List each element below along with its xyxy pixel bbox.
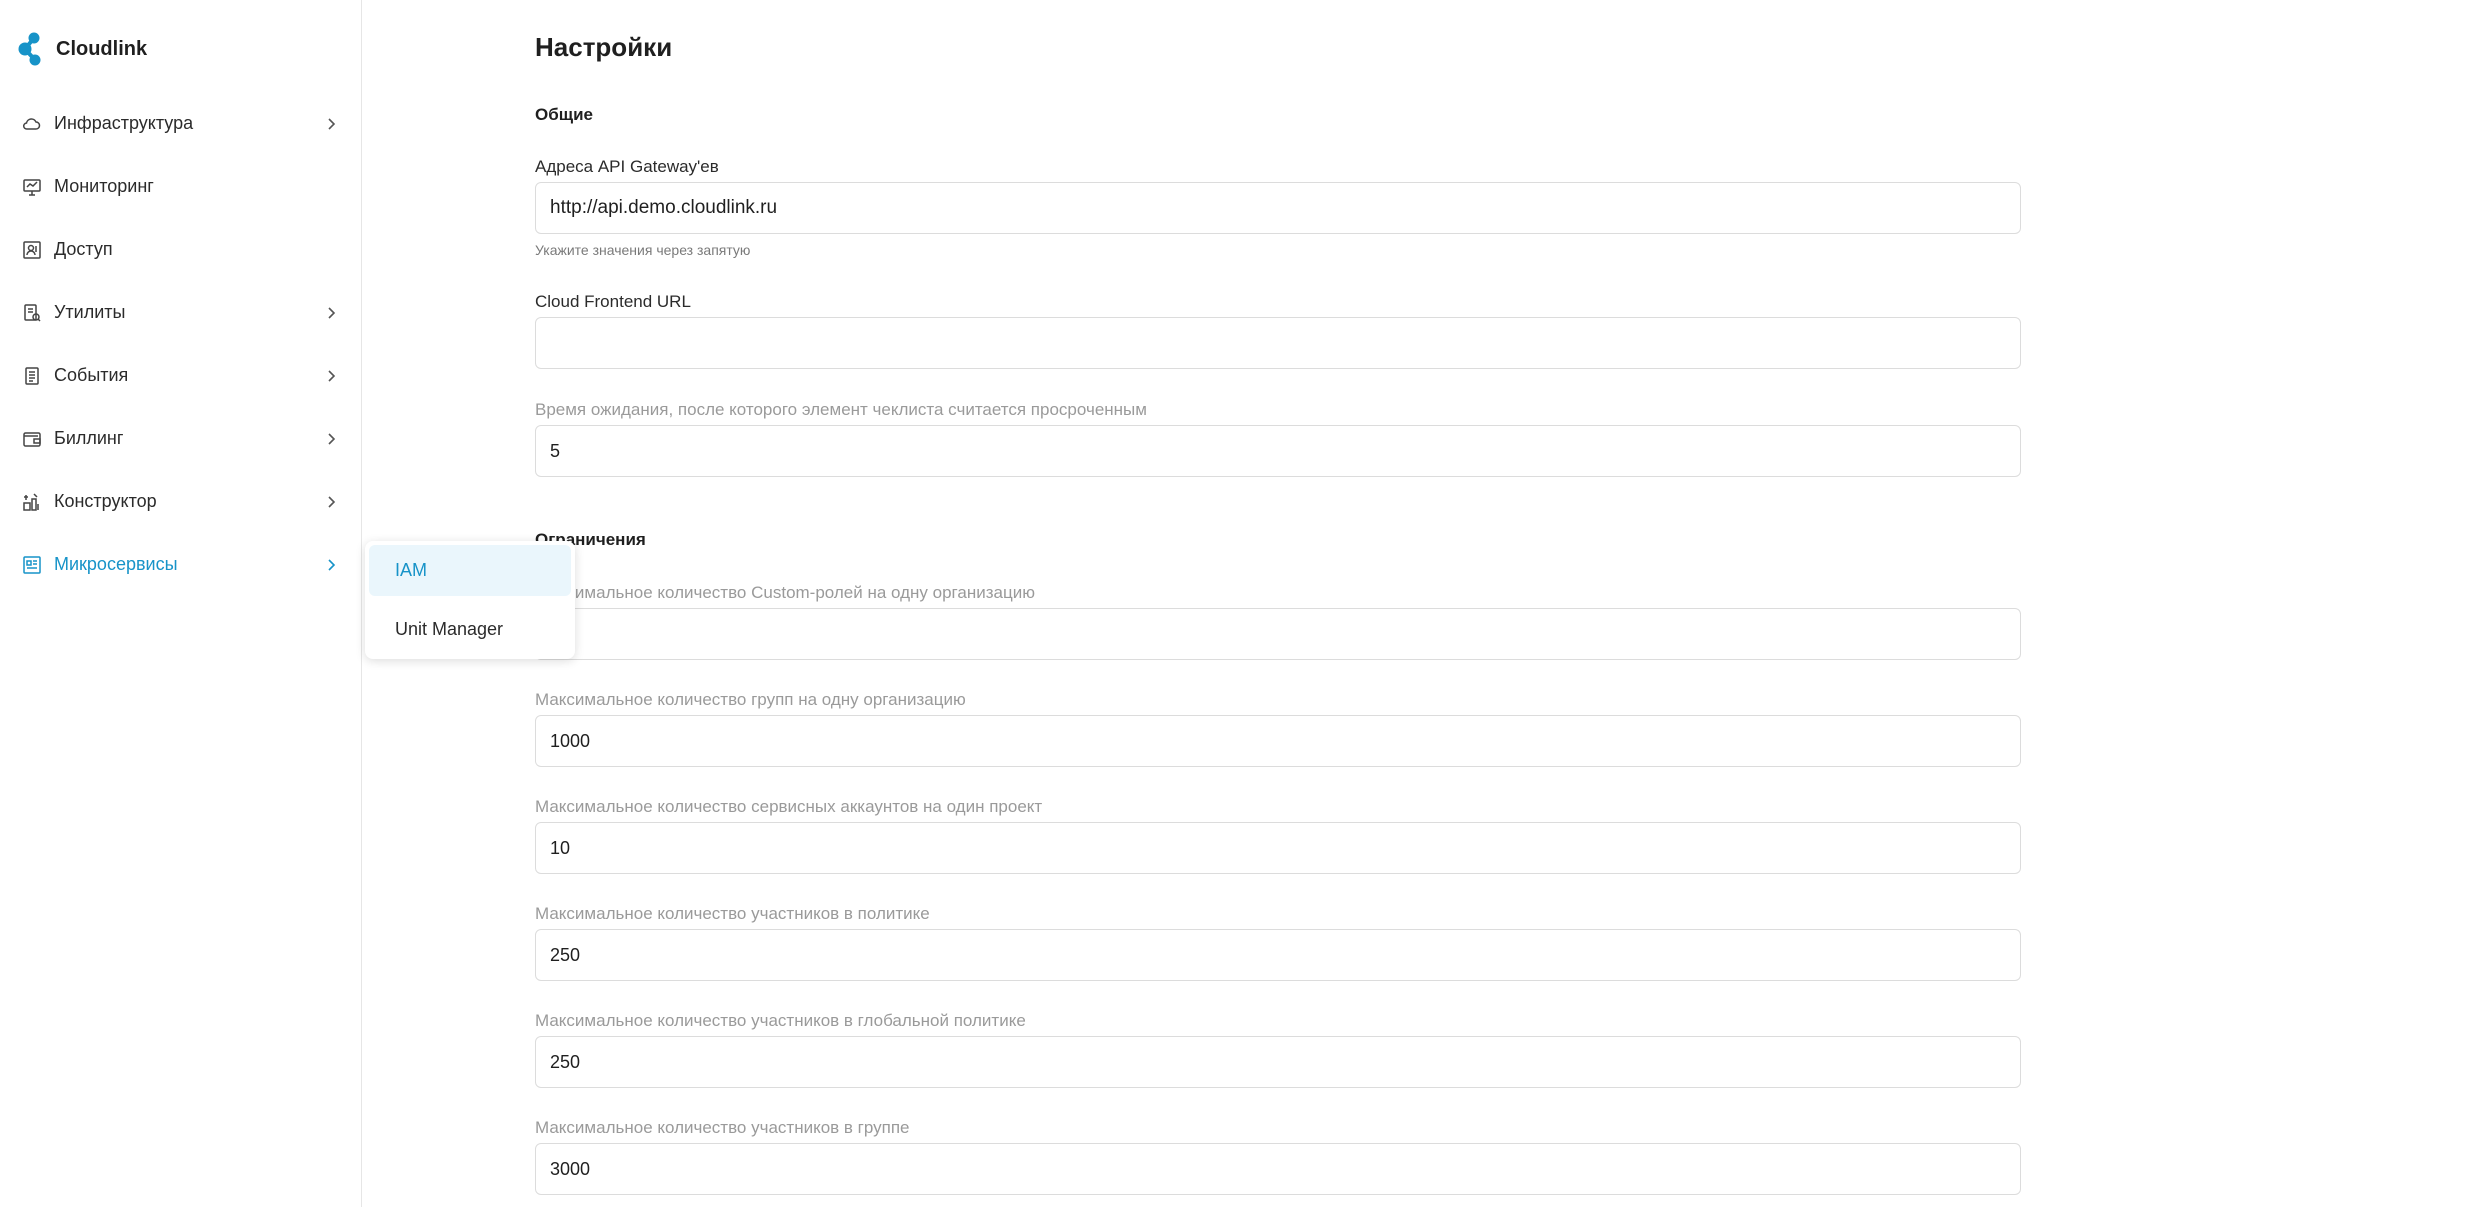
sidebar-item-label: Мониторинг — [54, 176, 154, 196]
sidebar-item-utilities[interactable]: Утилиты — [0, 281, 362, 344]
sidebar-item-events[interactable]: События — [0, 344, 362, 407]
api-gateway-hint: Укажите значения через запятую — [535, 242, 751, 258]
monitor-icon — [22, 177, 42, 197]
sidebar-item-billing[interactable]: Биллинг — [0, 407, 362, 470]
chevron-right-icon — [324, 495, 338, 509]
checklist-timeout-label: Время ожидания, после которого элемент ч… — [535, 400, 1147, 419]
checklist-timeout-input[interactable] — [535, 425, 2021, 477]
groups-limit-label: Максимальное количество групп на одну ор… — [535, 690, 966, 709]
cloudlink-logo-icon — [18, 32, 44, 66]
groups-limit-input[interactable] — [535, 715, 2021, 767]
constructor-icon — [22, 492, 42, 512]
logo[interactable]: Cloudlink — [18, 32, 147, 66]
service-accounts-label: Максимальное количество сервисных аккаун… — [535, 797, 1043, 816]
sidebar-nav: Инфраструктура Мониторинг Доступ Утилиты… — [0, 92, 362, 596]
frontend-url-input[interactable] — [535, 317, 2021, 369]
sidebar-item-monitoring[interactable]: Мониторинг — [0, 155, 362, 218]
submenu-item-iam[interactable]: IAM — [369, 545, 571, 596]
app-root: Cloudlink Инфраструктура Мониторинг Дост… — [0, 0, 2472, 1207]
cloud-icon — [22, 114, 42, 134]
tools-icon — [22, 303, 42, 323]
sidebar-item-microservices[interactable]: Микросервисы — [0, 533, 362, 596]
api-gateway-input[interactable] — [535, 182, 2021, 234]
sidebar-item-label: Конструктор — [54, 491, 157, 511]
chevron-right-icon — [324, 558, 338, 572]
chevron-right-icon — [324, 432, 338, 446]
custom-roles-label: Максимальное количество Custom-ролей на … — [535, 583, 1035, 602]
microservices-submenu: IAM Unit Manager — [365, 541, 575, 659]
sidebar-item-label: Инфраструктура — [54, 113, 194, 133]
section-title-general: Общие — [535, 105, 593, 124]
sidebar-item-label: Утилиты — [54, 302, 126, 322]
sidebar-item-label: События — [54, 365, 129, 385]
sidebar-item-label: Доступ — [54, 239, 113, 259]
sidebar-item-access[interactable]: Доступ — [0, 218, 362, 281]
chevron-right-icon — [324, 306, 338, 320]
sidebar-item-constructor[interactable]: Конструктор — [0, 470, 362, 533]
group-members-input[interactable] — [535, 1143, 2021, 1195]
wallet-icon — [22, 429, 42, 449]
service-accounts-input[interactable] — [535, 822, 2021, 874]
sidebar-item-infrastructure[interactable]: Инфраструктура — [0, 92, 362, 155]
page-title: Настройки — [535, 32, 673, 62]
submenu-item-unit-manager[interactable]: Unit Manager — [369, 604, 571, 655]
submenu-gap — [369, 596, 571, 604]
group-members-label: Максимальное количество участников в гру… — [535, 1118, 910, 1137]
sidebar-item-label: Биллинг — [54, 428, 124, 448]
chevron-right-icon — [324, 117, 338, 131]
api-gateway-label: Адреса API Gateway'ев — [535, 157, 719, 176]
global-policy-members-label: Максимальное количество участников в гло… — [535, 1011, 1026, 1030]
access-icon — [22, 240, 42, 260]
policy-members-input[interactable] — [535, 929, 2021, 981]
sidebar: Cloudlink Инфраструктура Мониторинг Дост… — [0, 0, 362, 1207]
custom-roles-input[interactable] — [535, 608, 2021, 660]
frontend-url-label: Cloud Frontend URL — [535, 292, 691, 311]
chevron-right-icon — [324, 369, 338, 383]
global-policy-members-input[interactable] — [535, 1036, 2021, 1088]
sidebar-item-label: Микросервисы — [54, 554, 178, 574]
policy-members-label: Максимальное количество участников в пол… — [535, 904, 930, 923]
events-icon — [22, 366, 42, 386]
microservices-icon — [22, 555, 42, 575]
app-name: Cloudlink — [56, 37, 148, 60]
